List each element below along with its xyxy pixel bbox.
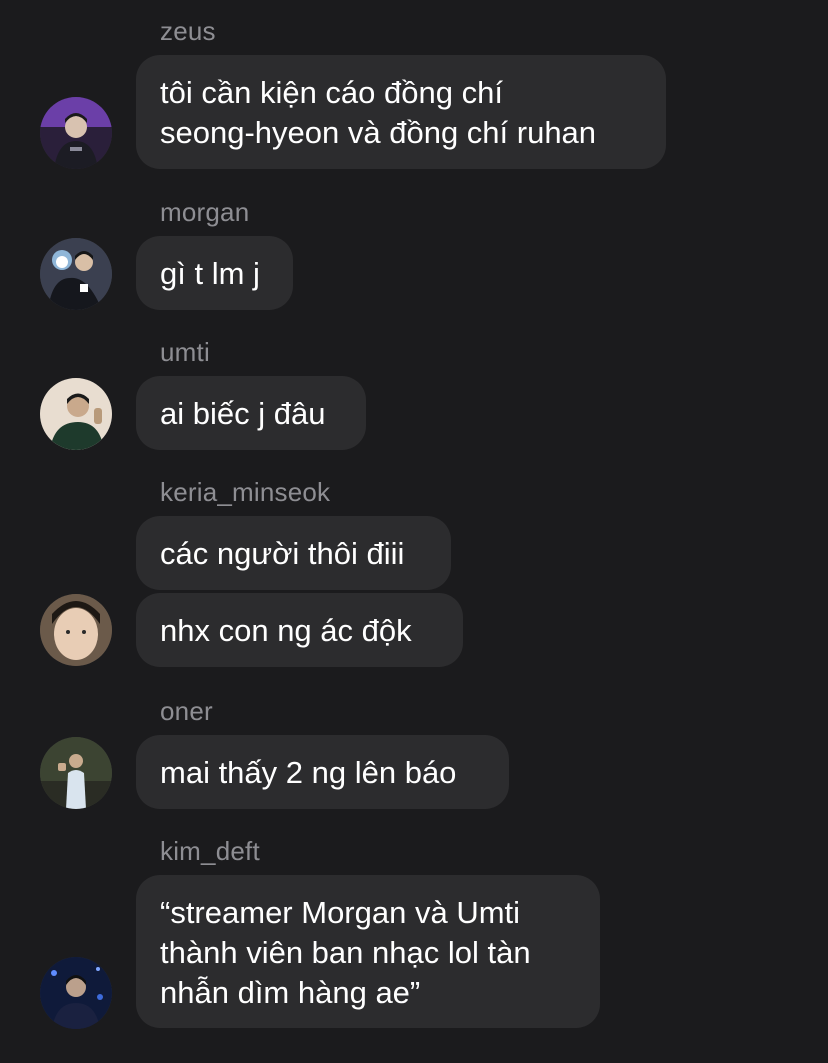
avatar-umti[interactable]	[40, 378, 112, 450]
sender-name: umti	[160, 337, 210, 367]
message-bubble[interactable]: “streamer Morgan và Umti thành viên ban …	[136, 875, 600, 1028]
message-bubble[interactable]: mai thấy 2 ng lên báo	[136, 735, 509, 809]
profile-photo-icon	[40, 378, 112, 450]
avatar-morgan[interactable]	[40, 238, 112, 310]
chat-thread: zeus tôi cần kiện cáo đồng chí seong-hye…	[0, 0, 828, 1063]
sender-name: morgan	[160, 197, 250, 227]
sender-name: zeus	[160, 16, 216, 46]
profile-photo-icon	[40, 594, 112, 666]
avatar-zeus[interactable]	[40, 97, 112, 169]
profile-photo-icon	[40, 737, 112, 809]
avatar-oner[interactable]	[40, 737, 112, 809]
sender-name: keria_minseok	[160, 477, 331, 507]
profile-photo-icon	[40, 238, 112, 310]
profile-photo-icon	[40, 957, 112, 1029]
avatar-kim-deft[interactable]	[40, 957, 112, 1029]
message-bubble[interactable]: tôi cần kiện cáo đồng chí seong-hyeon và…	[136, 55, 666, 169]
avatar-keria-minseok[interactable]	[40, 594, 112, 666]
message-bubble[interactable]: các người thôi điii	[136, 516, 451, 590]
profile-photo-icon	[40, 97, 112, 169]
message-bubble[interactable]: ai biếc j đâu	[136, 376, 366, 450]
sender-name: oner	[160, 696, 213, 726]
message-bubble[interactable]: nhx con ng ác độk	[136, 593, 463, 667]
message-bubble[interactable]: gì t lm j	[136, 236, 293, 310]
sender-name: kim_deft	[160, 836, 260, 866]
